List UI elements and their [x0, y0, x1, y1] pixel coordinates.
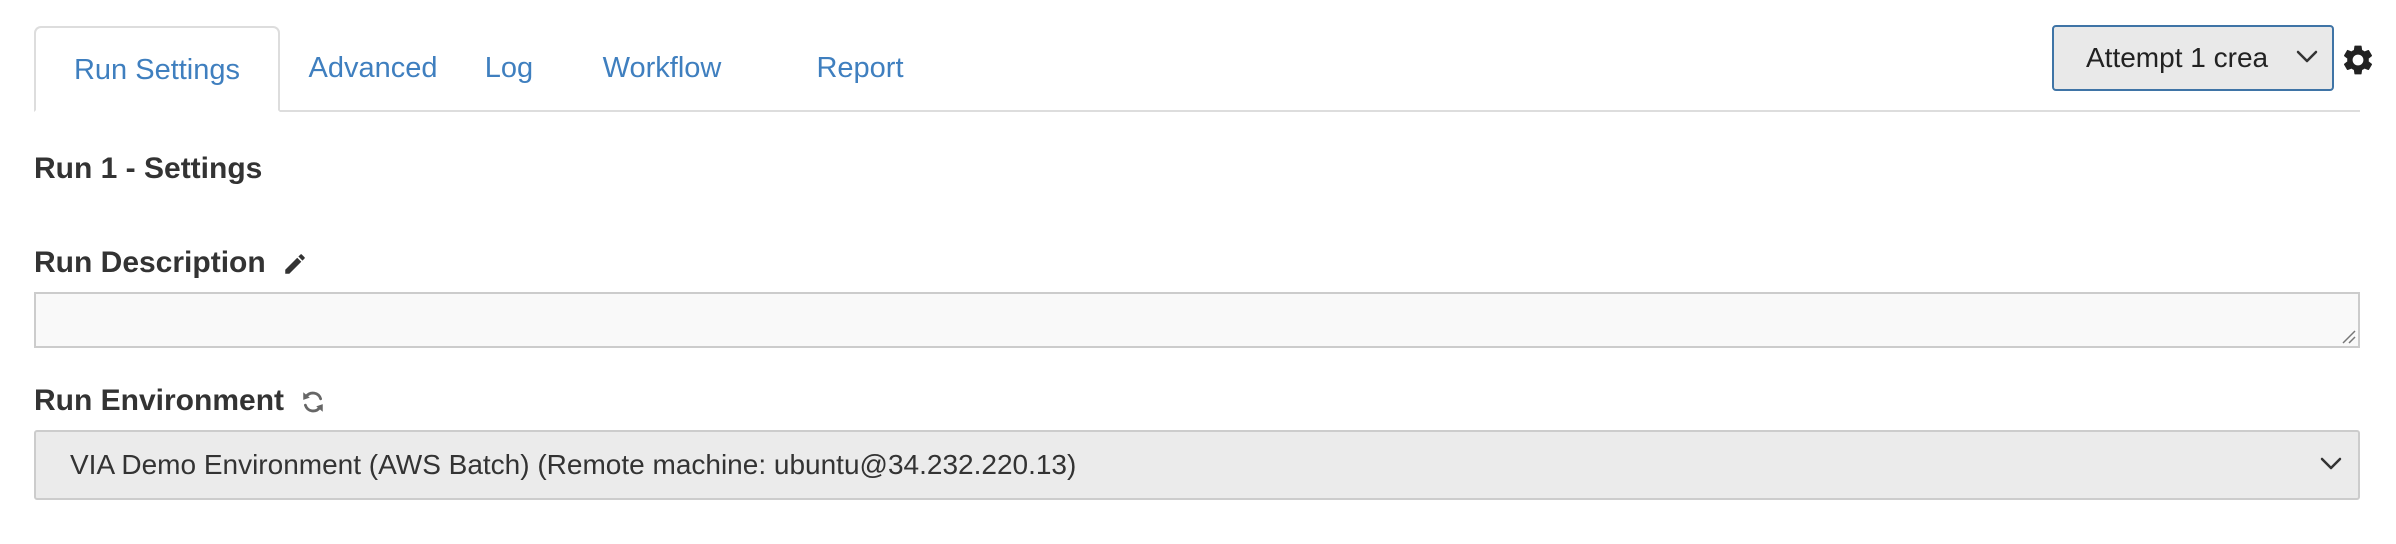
tab-log[interactable]: Log: [464, 26, 554, 110]
refresh-icon[interactable]: [300, 389, 326, 415]
attempt-select[interactable]: Attempt 1 crea: [2052, 25, 2334, 91]
tab-advanced[interactable]: Advanced: [298, 26, 448, 110]
pencil-icon[interactable]: [282, 251, 308, 277]
tab-report[interactable]: Report: [778, 26, 942, 110]
resize-grip-icon[interactable]: [2340, 328, 2356, 344]
run-description-textarea[interactable]: [34, 292, 2360, 348]
run-environment-select[interactable]: VIA Demo Environment (AWS Batch) (Remote…: [34, 430, 2360, 500]
run-environment-select-value: VIA Demo Environment (AWS Batch) (Remote…: [70, 449, 1077, 480]
chevron-down-icon: [2296, 50, 2318, 63]
tab-run-settings[interactable]: Run Settings: [34, 26, 280, 112]
chevron-down-icon: [2320, 457, 2342, 470]
tab-workflow[interactable]: Workflow: [562, 26, 762, 110]
attempt-select-value: Attempt 1 crea: [2086, 42, 2269, 73]
gear-icon[interactable]: [2340, 42, 2376, 78]
tab-bar: Run Settings Advanced Log Workflow Repor…: [34, 0, 2360, 112]
page-title: Run 1 - Settings: [34, 152, 263, 185]
run-description-label-row: Run Description: [34, 246, 308, 280]
run-settings-page: Run Settings Advanced Log Workflow Repor…: [0, 0, 2396, 544]
run-environment-label: Run Environment: [34, 384, 285, 417]
run-description-label: Run Description: [34, 246, 266, 279]
run-environment-label-row: Run Environment: [34, 384, 326, 418]
